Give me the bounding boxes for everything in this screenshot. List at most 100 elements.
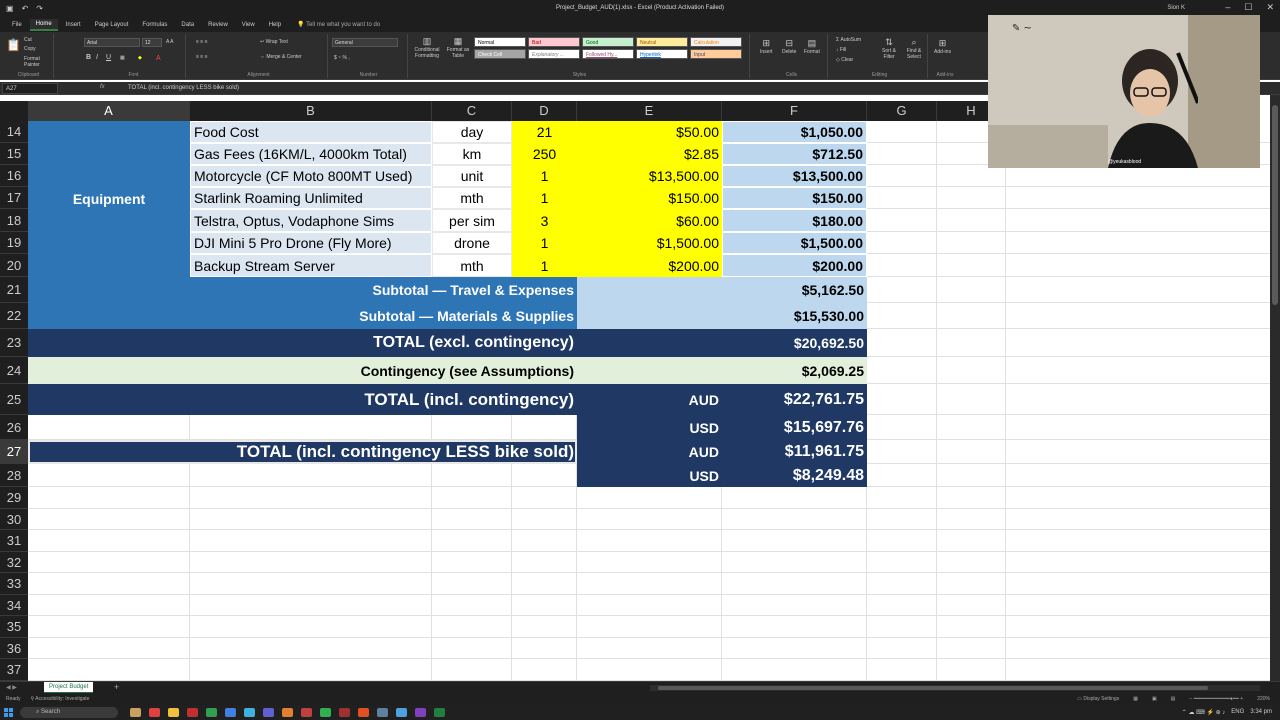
item-qty-cell[interactable]: 1: [512, 165, 577, 187]
insert-cells-button[interactable]: ⊞ Insert: [760, 38, 773, 55]
contingency-label[interactable]: Contingency (see Assumptions): [28, 357, 577, 384]
number-format-select[interactable]: General: [332, 38, 398, 47]
app-icon-7[interactable]: [244, 708, 255, 717]
formula-input[interactable]: TOTAL (incl. contingency LESS bike sold): [128, 85, 239, 91]
row-header-14[interactable]: 14: [0, 121, 28, 143]
row-header-32[interactable]: 32: [0, 552, 28, 573]
subtotal-travel-value[interactable]: $5,162.50: [722, 277, 867, 303]
row-header-21[interactable]: 21: [0, 277, 28, 303]
total-incl-aud-currency[interactable]: AUD: [577, 384, 722, 415]
borders-icon[interactable]: ▦: [120, 55, 125, 61]
tab-home[interactable]: Home: [29, 18, 58, 31]
subtotal-materials-value[interactable]: $15,530.00: [722, 303, 867, 329]
item-unit-cell[interactable]: mth: [432, 254, 512, 277]
item-total-cell[interactable]: $1,050.00: [722, 121, 867, 143]
item-total-cell[interactable]: $200.00: [722, 254, 867, 277]
clear-button[interactable]: ◇ Clear: [836, 57, 853, 63]
row-header-19[interactable]: 19: [0, 232, 28, 254]
app-icon-5[interactable]: [206, 708, 217, 717]
align-top-icon[interactable]: ≡ ≡ ≡: [196, 39, 208, 45]
row-header-18[interactable]: 18: [0, 209, 28, 232]
column-header-b[interactable]: B: [190, 101, 432, 121]
total-excl-value[interactable]: $20,692.50: [722, 329, 867, 357]
item-total-cell[interactable]: $150.00: [722, 187, 867, 209]
format-as-table-button[interactable]: ▦ Format as Table: [444, 36, 472, 59]
paste-icon[interactable]: 📋: [6, 38, 21, 52]
app-icon-15[interactable]: [396, 708, 407, 717]
bold-button[interactable]: B: [86, 54, 91, 61]
item-price-cell[interactable]: $150.00: [577, 187, 722, 209]
category-equipment-cell[interactable]: Equipment: [28, 121, 190, 277]
merge-center-button[interactable]: ⇔ Merge & Center: [260, 54, 302, 60]
font-size-select[interactable]: 12: [142, 38, 162, 47]
app-icon-1[interactable]: [130, 708, 141, 717]
app-icon-16[interactable]: [415, 708, 426, 717]
minimize-button[interactable]: –: [1225, 2, 1230, 13]
item-name-cell[interactable]: Food Cost: [190, 121, 432, 143]
app-icon-6[interactable]: [225, 708, 236, 717]
row-header-16[interactable]: 16: [0, 165, 28, 187]
row-header-33[interactable]: 33: [0, 573, 28, 595]
fill-color-icon[interactable]: ◆: [138, 55, 142, 61]
row-header-26[interactable]: 26: [0, 415, 28, 440]
cut-button[interactable]: Cut: [24, 37, 32, 43]
row-header-22[interactable]: 22: [0, 303, 28, 329]
format-cells-button[interactable]: ▤ Format: [804, 38, 820, 55]
style-good[interactable]: Good: [582, 37, 634, 47]
total-excl-label[interactable]: TOTAL (excl. contingency): [28, 329, 577, 357]
item-unit-cell[interactable]: mth: [432, 187, 512, 209]
row-header-29[interactable]: 29: [0, 487, 28, 509]
item-total-cell[interactable]: $180.00: [722, 209, 867, 232]
format-painter-button[interactable]: Format Painter: [24, 56, 53, 68]
subtotal-travel-label[interactable]: Subtotal — Travel & Expenses: [28, 277, 577, 303]
tab-file[interactable]: File: [6, 20, 28, 30]
find-select-button[interactable]: ⌕ Find & Select: [902, 37, 926, 60]
subtotal-travel-blank[interactable]: [577, 277, 722, 303]
worksheet-grid[interactable]: Equipment Food Cost day 21 $50.00 $1,050.00 Ga…: [28, 121, 1270, 681]
row-header-24[interactable]: 24: [0, 357, 28, 384]
tell-me-search[interactable]: 💡 Tell me what you want to do: [297, 21, 380, 28]
contingency-value[interactable]: $2,069.25: [722, 357, 867, 384]
delete-cells-button[interactable]: ⊟ Delete: [782, 38, 796, 55]
item-price-cell[interactable]: $200.00: [577, 254, 722, 277]
windows-start-icon[interactable]: [4, 708, 13, 717]
item-qty-cell[interactable]: 21: [512, 121, 577, 143]
style-neutral[interactable]: Neutral: [636, 37, 688, 47]
app-icon-12[interactable]: [339, 708, 350, 717]
page-break-view-icon[interactable]: ▤: [1171, 696, 1176, 702]
item-total-cell[interactable]: $1,500.00: [722, 232, 867, 254]
item-qty-cell[interactable]: 1: [512, 232, 577, 254]
tab-insert[interactable]: Insert: [60, 20, 87, 30]
conditional-formatting-button[interactable]: ▥ Conditional Formatting: [412, 36, 442, 59]
item-qty-cell[interactable]: 1: [512, 187, 577, 209]
item-qty-cell[interactable]: 250: [512, 143, 577, 165]
fx-icon[interactable]: fx: [100, 84, 105, 90]
item-total-cell[interactable]: $712.50: [722, 143, 867, 165]
column-header-d[interactable]: D: [512, 101, 577, 121]
row-header-31[interactable]: 31: [0, 530, 28, 552]
column-header-e[interactable]: E: [577, 101, 722, 121]
name-box[interactable]: A27: [2, 83, 58, 94]
add-sheet-button[interactable]: +: [114, 682, 119, 692]
style-hyperlink[interactable]: Hyperlink: [636, 49, 688, 59]
horizontal-scrollbar[interactable]: [650, 685, 1260, 691]
tray-icons[interactable]: ⌃ ☁ ⌨ ⚡ ⊕ ♪: [1182, 709, 1226, 716]
accessibility-status[interactable]: ⚲ Accessibility: Investigate: [30, 696, 89, 702]
column-header-g[interactable]: G: [867, 101, 937, 121]
row-header-36[interactable]: 36: [0, 638, 28, 659]
total-less-usd-value[interactable]: $8,249.48: [722, 464, 867, 487]
item-price-cell[interactable]: $60.00: [577, 209, 722, 232]
column-header-c[interactable]: C: [432, 101, 512, 121]
subtotal-materials-blank[interactable]: [577, 303, 722, 329]
app-icon-9[interactable]: [282, 708, 293, 717]
copy-button[interactable]: Copy: [24, 46, 36, 52]
folder-icon[interactable]: [168, 708, 179, 717]
tab-help[interactable]: Help: [263, 20, 287, 30]
app-icon-14[interactable]: [377, 708, 388, 717]
item-name-cell[interactable]: Telstra, Optus, Vodaphone Sims: [190, 209, 432, 232]
style-followed-hyperlink[interactable]: Followed Hy...: [582, 49, 634, 59]
zoom-level[interactable]: 220%: [1257, 696, 1270, 702]
item-price-cell[interactable]: $1,500.00: [577, 232, 722, 254]
style-normal[interactable]: Normal: [474, 37, 526, 47]
column-header-a[interactable]: A: [28, 101, 190, 121]
